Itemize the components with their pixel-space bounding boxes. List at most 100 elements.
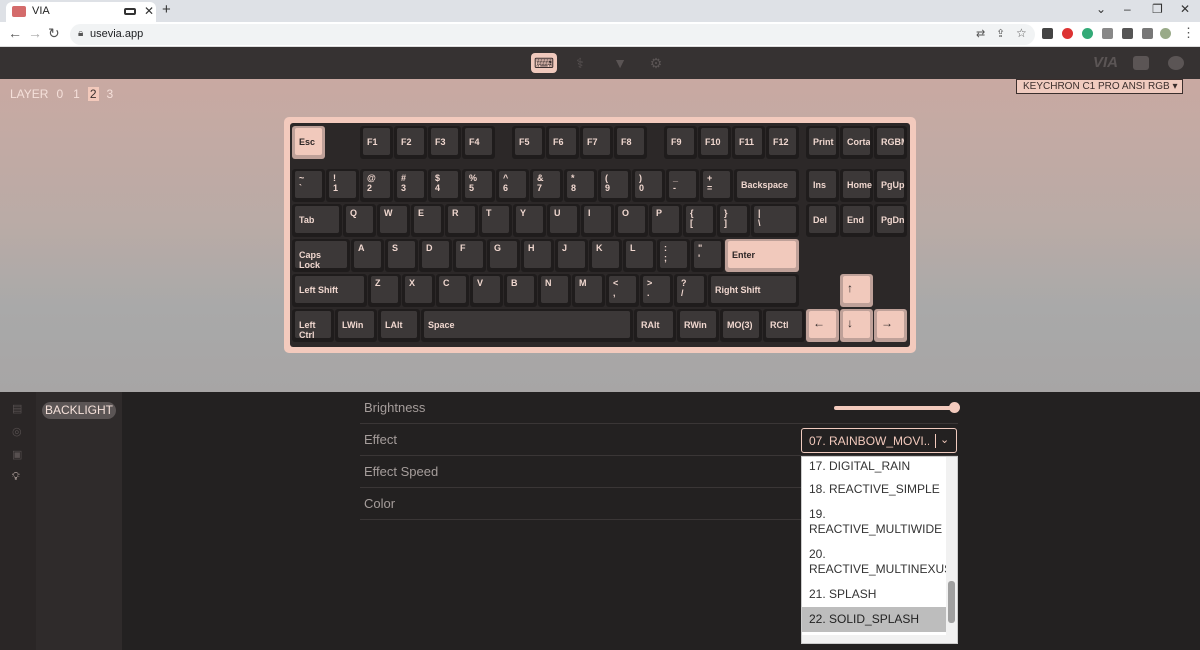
key-f8[interactable]: F8 bbox=[614, 126, 647, 159]
new-tab-button[interactable]: + bbox=[162, 1, 171, 18]
key-f12[interactable]: F12 bbox=[766, 126, 799, 159]
window-close-button[interactable]: ✕ bbox=[1180, 2, 1190, 16]
key-equal[interactable]: + = bbox=[700, 169, 733, 202]
key-pgdn[interactable]: PgDn bbox=[874, 204, 907, 237]
key-r[interactable]: R bbox=[445, 204, 478, 237]
key-rgb-mode[interactable]: RGBM bbox=[874, 126, 907, 159]
key-l[interactable]: L bbox=[623, 239, 656, 272]
key-comma[interactable]: <, bbox=[606, 274, 639, 307]
key-f6[interactable]: F6 bbox=[546, 126, 579, 159]
key-5[interactable]: % 5 bbox=[462, 169, 495, 202]
save-icon[interactable]: ▣ bbox=[12, 448, 24, 461]
key-lalt[interactable]: LAlt bbox=[378, 309, 420, 342]
layer-1-button[interactable]: 1 bbox=[71, 87, 82, 101]
tab-search-icon[interactable]: ⌄ bbox=[1096, 2, 1106, 16]
extension-icon[interactable] bbox=[1042, 28, 1053, 39]
effect-option[interactable]: 21. SPLASH bbox=[802, 582, 947, 607]
key-f3[interactable]: F3 bbox=[428, 126, 461, 159]
tab-close-icon[interactable]: ✕ bbox=[144, 4, 154, 18]
via-logo[interactable]: VIA bbox=[1093, 54, 1118, 71]
keyboard-icon[interactable]: ⌨ bbox=[531, 53, 557, 73]
lighting-bulb-icon[interactable]: 💡︎ bbox=[12, 471, 24, 483]
key-v[interactable]: V bbox=[470, 274, 503, 307]
key-c[interactable]: C bbox=[436, 274, 469, 307]
key-print[interactable]: Print bbox=[806, 126, 839, 159]
layer-2-button[interactable]: 2 bbox=[87, 87, 99, 101]
key-period[interactable]: >. bbox=[640, 274, 673, 307]
key-rctl[interactable]: RCtl bbox=[763, 309, 805, 342]
key-k[interactable]: K bbox=[589, 239, 622, 272]
effect-option[interactable]: 20. REACTIVE_MULTINEXUS bbox=[802, 542, 952, 582]
key-j[interactable]: J bbox=[555, 239, 588, 272]
key-tilde[interactable]: ~ ` bbox=[292, 169, 325, 202]
key-f10[interactable]: F10 bbox=[698, 126, 731, 159]
key-cortana[interactable]: Cortan bbox=[840, 126, 873, 159]
effect-option[interactable]: 19. REACTIVE_MULTIWIDE bbox=[802, 502, 947, 542]
macros-icon[interactable]: ◎ bbox=[12, 425, 24, 438]
key-left-shift[interactable]: Left Shift bbox=[292, 274, 367, 307]
key-backspace[interactable]: Backspace bbox=[734, 169, 799, 202]
key-arrow-left[interactable]: ← bbox=[806, 309, 839, 342]
tab-backlight[interactable]: BACKLIGHT bbox=[42, 402, 116, 419]
key-x[interactable]: X bbox=[402, 274, 435, 307]
key-ins[interactable]: Ins bbox=[806, 169, 839, 202]
key-left-ctrl[interactable]: Left Ctrl bbox=[292, 309, 334, 342]
keyboard-select[interactable]: KEYCHRON C1 PRO ANSI RGB ▾ bbox=[1016, 79, 1183, 94]
key-f4[interactable]: F4 bbox=[462, 126, 495, 159]
key-f2[interactable]: F2 bbox=[394, 126, 427, 159]
share-icon[interactable]: ⇪ bbox=[996, 27, 1005, 40]
browser-tab[interactable]: VIA ✕ bbox=[6, 2, 156, 22]
key-1[interactable]: ! 1 bbox=[326, 169, 359, 202]
translate-icon[interactable]: ⇄ bbox=[976, 27, 985, 40]
effect-option[interactable]: 17. DIGITAL_RAIN bbox=[802, 457, 947, 477]
key-lwin[interactable]: LWin bbox=[335, 309, 377, 342]
key-f9[interactable]: F9 bbox=[664, 126, 697, 159]
discord-icon[interactable] bbox=[1133, 56, 1149, 70]
settings-icon[interactable]: ⚙ bbox=[643, 53, 669, 73]
key-g[interactable]: G bbox=[487, 239, 520, 272]
kebab-menu-icon[interactable]: ⋮ bbox=[1182, 25, 1195, 41]
key-4[interactable]: $4 bbox=[428, 169, 461, 202]
key-enter[interactable]: Enter bbox=[725, 239, 799, 272]
key-f5[interactable]: F5 bbox=[512, 126, 545, 159]
stethoscope-icon[interactable]: ⚕ bbox=[567, 53, 593, 73]
reload-button[interactable]: ↻ bbox=[48, 25, 60, 42]
key-arrow-down[interactable]: ↓ bbox=[840, 309, 873, 342]
key-s[interactable]: S bbox=[385, 239, 418, 272]
key-u[interactable]: U bbox=[547, 204, 580, 237]
key-space[interactable]: Space bbox=[421, 309, 633, 342]
layer-3-button[interactable]: 3 bbox=[105, 87, 116, 101]
key-caps-lock[interactable]: Caps Lock bbox=[292, 239, 350, 272]
key-arrow-right[interactable]: → bbox=[874, 309, 907, 342]
key-pgup[interactable]: PgUp bbox=[874, 169, 907, 202]
key-2[interactable]: @2 bbox=[360, 169, 393, 202]
key-rwin[interactable]: RWin bbox=[677, 309, 719, 342]
key-t[interactable]: T bbox=[479, 204, 512, 237]
key-end[interactable]: End bbox=[840, 204, 873, 237]
key-8[interactable]: * 8 bbox=[564, 169, 597, 202]
maximize-button[interactable]: ❐ bbox=[1152, 2, 1163, 16]
key-3[interactable]: #3 bbox=[394, 169, 427, 202]
dropdown-scrollbar[interactable] bbox=[946, 457, 957, 643]
bookmark-star-icon[interactable]: ☆ bbox=[1016, 26, 1027, 40]
key-quote[interactable]: " ' bbox=[691, 239, 724, 272]
key-n[interactable]: N bbox=[538, 274, 571, 307]
key-9[interactable]: (9 bbox=[598, 169, 631, 202]
key-f[interactable]: F bbox=[453, 239, 486, 272]
key-minus[interactable]: _ - bbox=[666, 169, 699, 202]
key-i[interactable]: I bbox=[581, 204, 614, 237]
effect-select[interactable]: 07. RAINBOW_MOVI... ⌄ bbox=[801, 428, 957, 453]
effect-option[interactable]: 18. REACTIVE_SIMPLE bbox=[802, 477, 947, 502]
key-arrow-up[interactable]: ↑ bbox=[840, 274, 873, 307]
opera-extension-icon[interactable] bbox=[1062, 28, 1073, 39]
puzzle-icon[interactable] bbox=[1122, 28, 1133, 39]
key-ralt[interactable]: RAlt bbox=[634, 309, 676, 342]
key-slash[interactable]: ? / bbox=[674, 274, 707, 307]
key-m[interactable]: M bbox=[572, 274, 605, 307]
key-7[interactable]: & 7 bbox=[530, 169, 563, 202]
key-b[interactable]: B bbox=[504, 274, 537, 307]
key-right-bracket[interactable]: }] bbox=[717, 204, 750, 237]
forward-button[interactable]: → bbox=[28, 25, 42, 41]
key-tab[interactable]: Tab bbox=[292, 204, 342, 237]
key-h[interactable]: H bbox=[521, 239, 554, 272]
